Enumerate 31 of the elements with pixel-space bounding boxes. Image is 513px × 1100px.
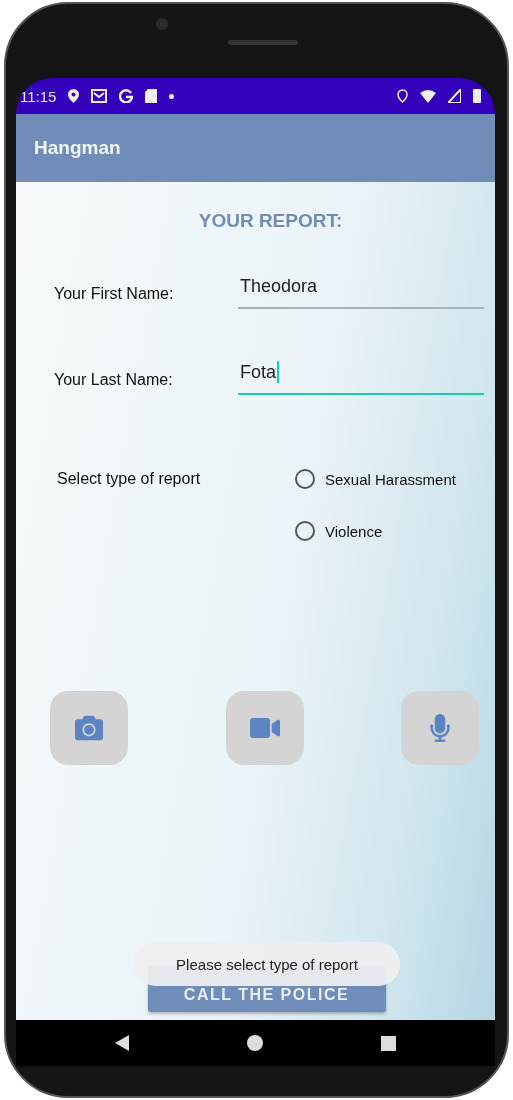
- battery-icon: [473, 89, 481, 103]
- report-type-label: Select type of report: [57, 469, 202, 489]
- wifi-icon: [420, 89, 436, 103]
- radio-button[interactable]: [295, 469, 315, 489]
- home-icon[interactable]: [247, 1035, 263, 1051]
- app-title: Hangman: [34, 137, 121, 159]
- sd-card-icon: [145, 89, 158, 103]
- name-input-field[interactable]: Theodora: [238, 276, 484, 309]
- field-label: Your First Name:: [54, 285, 175, 304]
- video-button[interactable]: [225, 691, 304, 765]
- back-icon[interactable]: [115, 1035, 129, 1051]
- toast-message: Please select type of report: [134, 942, 400, 986]
- report-heading: YOUR REPORT:: [198, 210, 343, 232]
- mail-icon: [91, 89, 108, 103]
- radio-label[interactable]: Sexual Harassment: [325, 470, 456, 488]
- signal-icon: [448, 89, 461, 103]
- dot-icon: [169, 93, 175, 99]
- location-outline-icon: [397, 89, 408, 103]
- location-pin-icon: [68, 89, 80, 103]
- camera-icon: [75, 714, 103, 742]
- radio-label[interactable]: Violence: [325, 522, 383, 540]
- recents-icon[interactable]: [381, 1035, 396, 1051]
- radio-button[interactable]: [295, 521, 315, 541]
- field-label: Your Last Name:: [54, 371, 174, 390]
- microphone-button[interactable]: [401, 691, 479, 765]
- status-time: 11:15: [20, 87, 57, 105]
- camera-button[interactable]: [50, 691, 128, 765]
- name-input-field[interactable]: Fota: [238, 361, 484, 395]
- letter-g-icon: [119, 89, 134, 103]
- text-cursor: [277, 361, 280, 383]
- speaker-slot: [228, 40, 298, 45]
